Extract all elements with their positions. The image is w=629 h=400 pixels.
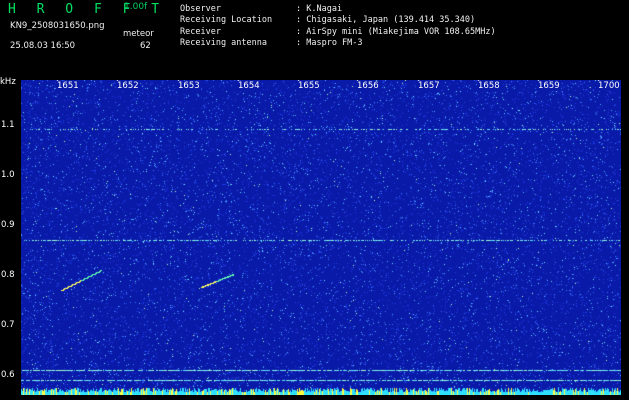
x-tick-label: 1653 xyxy=(177,81,201,91)
info-value-observer: : K.Nagai xyxy=(296,4,343,14)
x-tick-label: 1654 xyxy=(237,81,261,91)
info-key-observer: Observer xyxy=(180,4,221,14)
y-tick-label: 0.8 xyxy=(1,270,15,280)
x-tick-label: 1651 xyxy=(56,81,80,91)
x-tick-label: 1659 xyxy=(537,81,561,91)
x-tick-label: 1658 xyxy=(477,81,501,91)
meteor-label: meteor xyxy=(123,29,154,39)
y-axis-unit: kHz xyxy=(0,77,16,87)
header-panel: H R O F F T 1.00f KN9_2508031650.png met… xyxy=(0,0,629,76)
x-tick-label: 1655 xyxy=(297,81,321,91)
x-tick-label: 1656 xyxy=(356,81,380,91)
y-tick-label: 0.7 xyxy=(1,320,15,330)
y-tick-label: 1.0 xyxy=(1,170,15,180)
info-key-antenna: Receiving antenna xyxy=(180,38,267,48)
meteor-count: 62 xyxy=(140,41,151,51)
info-key-location: Receiving Location xyxy=(180,15,273,25)
x-tick-label: 1652 xyxy=(116,81,140,91)
info-value-receiver: : AirSpy mini (Miakejima VOR 108.65MHz) xyxy=(296,27,496,37)
info-value-antenna: : Maspro FM-3 xyxy=(296,38,363,48)
file-name: KN9_2508031650.png xyxy=(10,21,105,31)
x-tick-label: 1657 xyxy=(417,81,441,91)
y-tick-label: 0.9 xyxy=(1,220,15,230)
app-version: 1.00f xyxy=(124,2,148,12)
info-value-location: : Chigasaki, Japan (139.414 35.340) xyxy=(296,15,476,25)
date-time: 25.08.03 16:50 xyxy=(10,41,76,51)
y-tick-label: 0.6 xyxy=(1,370,15,380)
x-tick-label: 1700 xyxy=(597,81,621,91)
spectrogram-canvas xyxy=(21,80,621,395)
y-tick-label: 1.1 xyxy=(1,120,15,130)
info-key-receiver: Receiver xyxy=(180,27,221,37)
